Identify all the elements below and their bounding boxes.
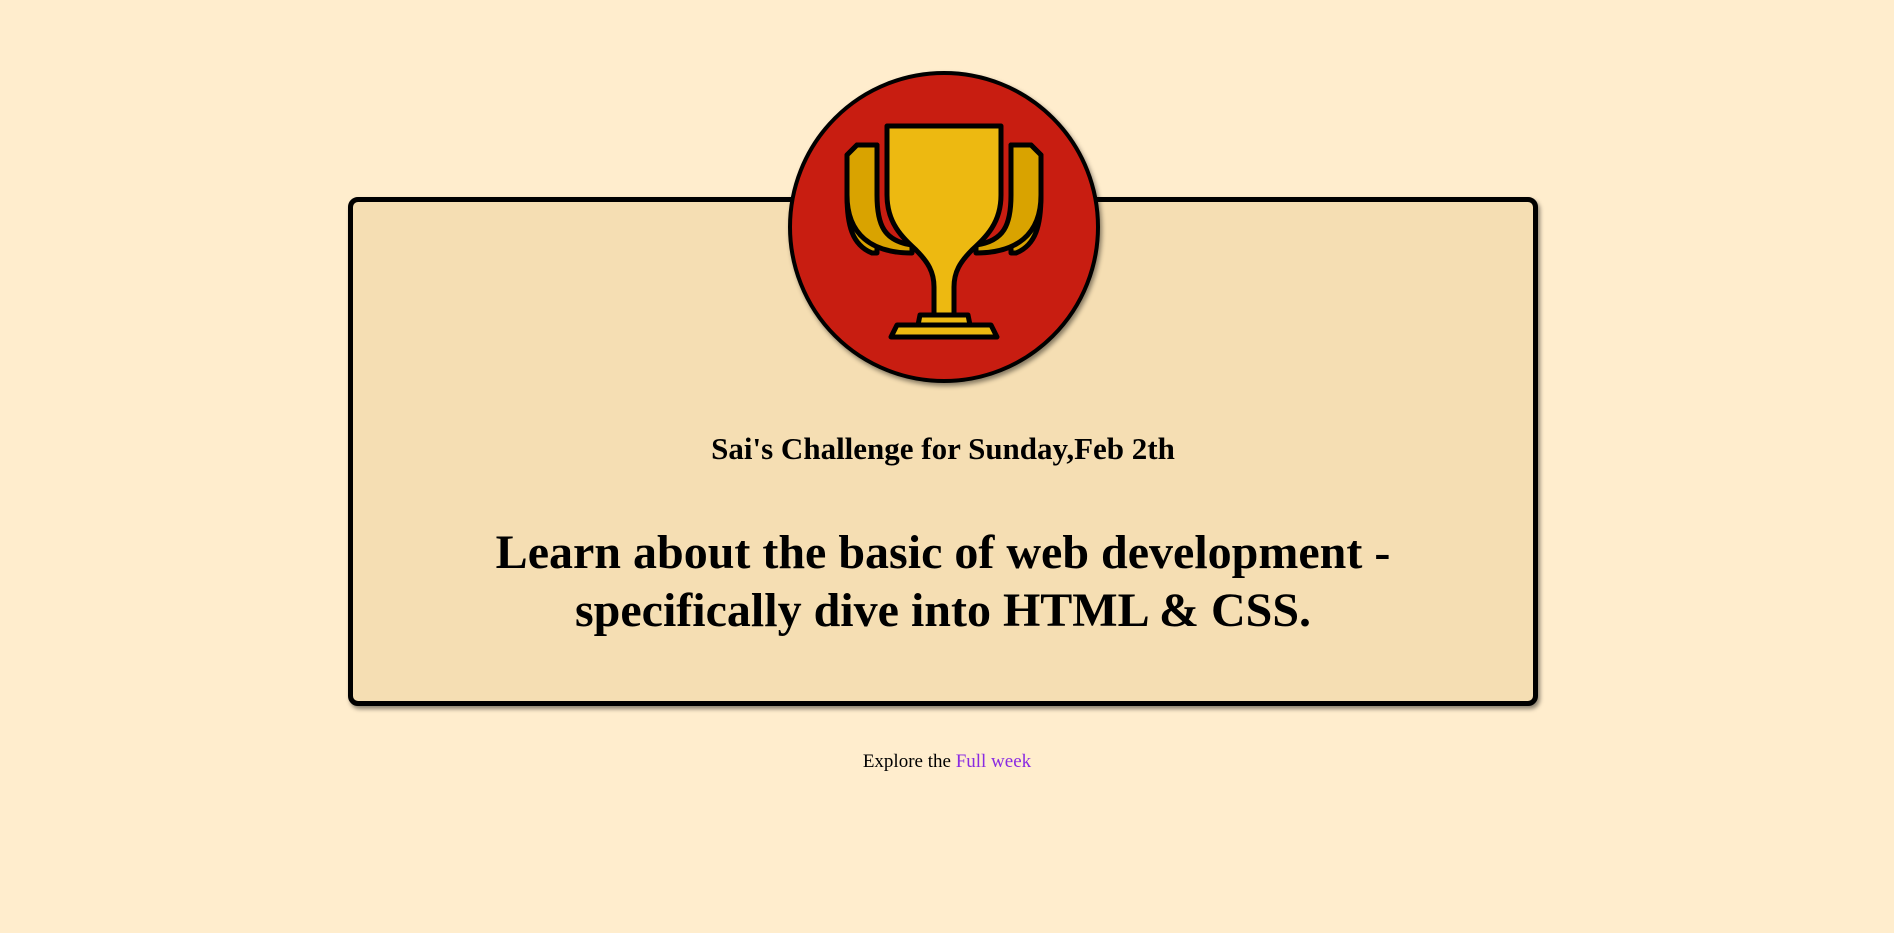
footer: Explore the Full week [0,750,1894,774]
trophy-badge [788,71,1100,383]
challenge-heading: Learn about the basic of web development… [495,526,1391,637]
full-week-link[interactable]: Full week [956,751,1031,772]
footer-prefix: Explore the [862,751,951,772]
challenge-subtitle: Sai's Challenge for Sunday,Feb 2th [711,431,1175,466]
trophy-icon [844,123,1044,340]
